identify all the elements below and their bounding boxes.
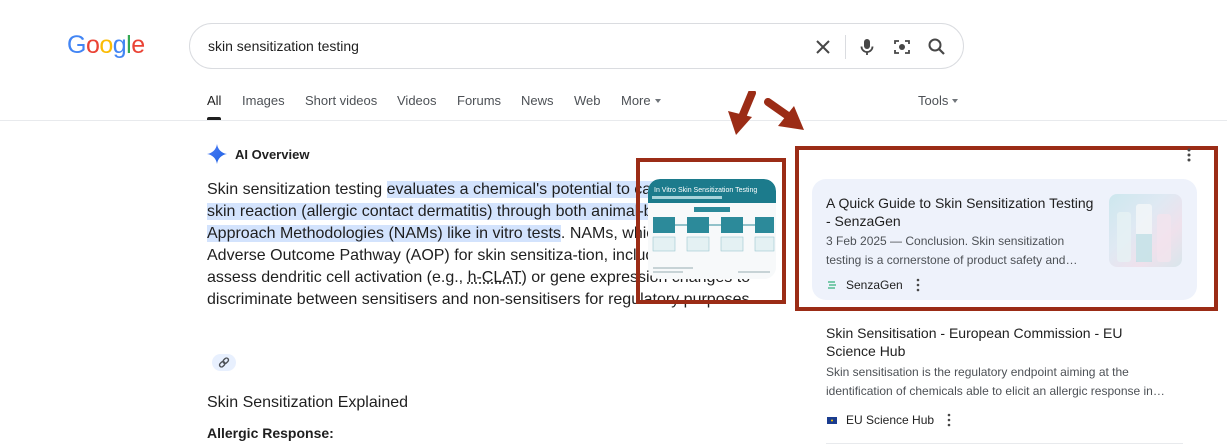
lens-camera-icon[interactable] (892, 37, 912, 57)
source-link-chip[interactable] (212, 354, 236, 371)
lab-vials-image (1117, 204, 1171, 262)
tools-button[interactable]: Tools (918, 93, 959, 108)
gemini-sparkle-icon (207, 144, 227, 164)
search-divider (845, 35, 846, 59)
clear-icon[interactable] (813, 37, 833, 57)
tab-videos[interactable]: Videos (397, 93, 437, 108)
source-card-image[interactable] (1109, 194, 1182, 267)
more-options-icon[interactable] (946, 413, 952, 427)
logo-letter: G (67, 31, 86, 59)
source-card-snippet: Skin sensitisation is the regulatory end… (826, 365, 1165, 398)
annotation-box-thumbnail (636, 158, 786, 304)
caret-down-icon (952, 99, 959, 103)
source-site-name: EU Science Hub (846, 413, 935, 427)
search-input[interactable]: skin sensitization testing (208, 38, 359, 54)
logo-letter: e (131, 31, 145, 59)
google-logo[interactable]: Google (67, 31, 145, 60)
tab-images[interactable]: Images (242, 93, 285, 108)
logo-letter: g (112, 31, 127, 59)
link-icon (218, 357, 230, 368)
search-box[interactable]: skin sensitization testing (189, 23, 964, 69)
tab-forums[interactable]: Forums (457, 93, 501, 108)
annotation-arrow-right-icon (764, 98, 804, 130)
annotation-arrow-down-icon (728, 91, 756, 135)
source-card-site[interactable]: SenzaGen (826, 278, 921, 292)
tab-news[interactable]: News (521, 93, 554, 108)
header-divider (0, 120, 1227, 121)
ai-overview-title: AI Overview (235, 146, 310, 162)
source-card-site[interactable]: EU Science Hub (826, 413, 952, 427)
ai-overview-header: AI Overview (207, 144, 309, 164)
logo-letter: o (99, 31, 113, 59)
eu-flag-icon (827, 417, 837, 424)
h-clat-term[interactable]: h-CLAT (468, 269, 522, 286)
tools-label: Tools (918, 93, 949, 108)
tab-short-videos[interactable]: Short videos (305, 93, 377, 108)
section-heading: Skin Sensitization Explained (207, 394, 409, 411)
tab-all[interactable]: All (207, 93, 221, 108)
caret-down-icon (654, 99, 661, 103)
search-icon[interactable] (927, 37, 947, 57)
more-options-icon[interactable] (1186, 148, 1192, 162)
tab-more-label: More (621, 93, 651, 108)
result-separator (826, 443, 1183, 444)
ai-text-start: Skin sensitization testing (207, 181, 387, 198)
microphone-icon[interactable] (857, 37, 877, 57)
tab-more[interactable]: More (621, 93, 661, 108)
logo-letter: o (85, 31, 100, 59)
source-site-name: SenzaGen (846, 278, 903, 292)
source-card-title[interactable]: Skin Sensitisation - European Commission… (826, 324, 1166, 360)
source-card-title[interactable]: A Quick Guide to Skin Sensitization Test… (826, 194, 1096, 230)
source-card-snippet: 3 Feb 2025 — Conclusion. Skin sensitizat… (826, 234, 1078, 267)
more-options-icon[interactable] (915, 278, 921, 292)
tab-web[interactable]: Web (574, 93, 601, 108)
section-subheading: Allergic Response: (207, 425, 334, 441)
senzagen-favicon-icon (828, 281, 836, 289)
